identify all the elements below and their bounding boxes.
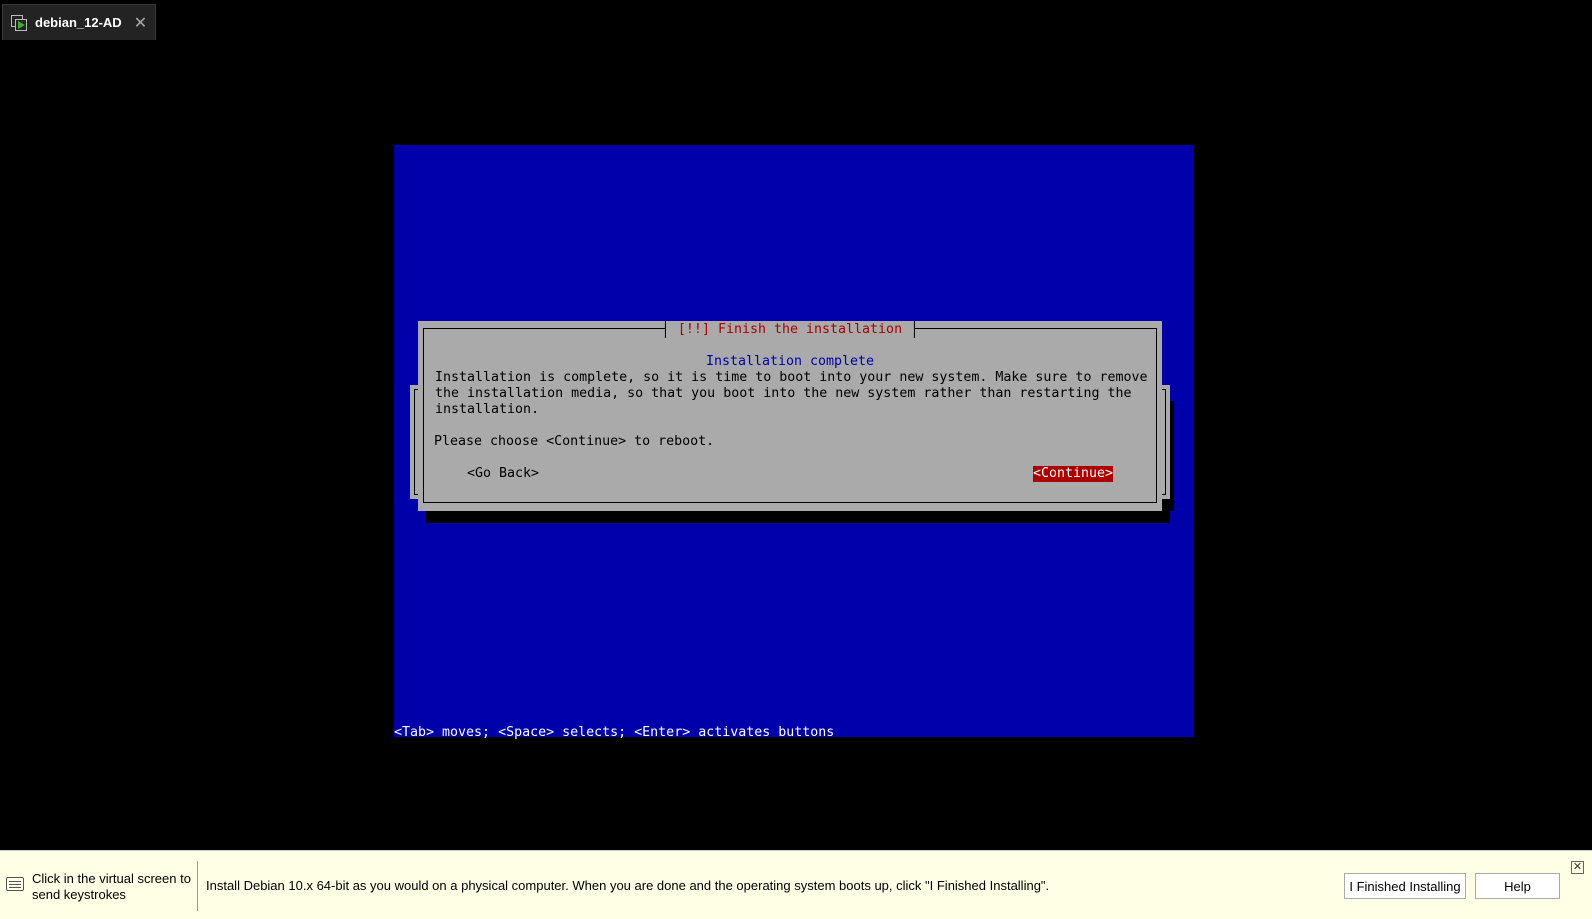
finish-installation-dialog: [!!] Finish the installation Installatio… (418, 321, 1162, 511)
install-instruction-text: Install Debian 10.x 64-bit as you would … (206, 878, 1050, 893)
keyboard-help-line: <Tab> moves; <Space> selects; <Enter> ac… (394, 725, 835, 740)
virtual-machine-icon (11, 14, 27, 31)
dialog-shadow-bottom (426, 509, 1170, 523)
dialog-subtitle: Installation complete (705, 354, 875, 369)
vm-tab[interactable]: debian_12-AD ✕ (2, 4, 156, 40)
virtual-screen[interactable]: [!!] Finish the installation Installatio… (394, 145, 1194, 740)
close-tab-icon[interactable]: ✕ (134, 14, 147, 31)
vm-tab-title: debian_12-AD (35, 15, 122, 30)
keyboard-icon (6, 877, 24, 891)
continue-button[interactable]: <Continue> (1033, 466, 1114, 482)
dialog-title: [!!] Finish the installation (664, 321, 916, 338)
close-hint-bar-icon[interactable]: ✕ (1571, 861, 1584, 874)
dialog-message: Installation is complete, so it is time … (435, 370, 1148, 417)
finished-installing-button[interactable]: I Finished Installing (1344, 873, 1466, 899)
install-hint-bar: Click in the virtual screen to send keys… (0, 850, 1592, 919)
reboot-prompt: Please choose <Continue> to reboot. (434, 434, 715, 449)
hint-divider (197, 861, 198, 911)
go-back-button[interactable]: <Go Back> (467, 466, 539, 482)
help-button[interactable]: Help (1475, 873, 1560, 899)
click-hint-text: Click in the virtual screen to send keys… (32, 871, 191, 902)
